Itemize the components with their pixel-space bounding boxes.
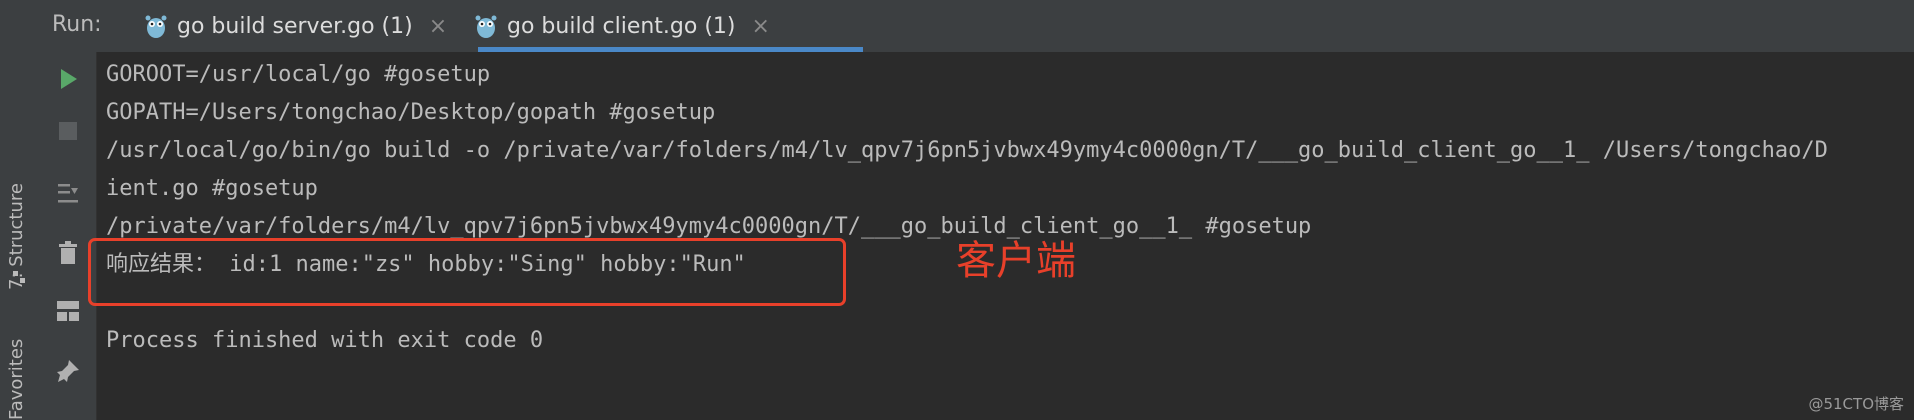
- watermark: @51CTO博客: [1808, 395, 1904, 413]
- run-panel-title: Run:: [52, 12, 102, 37]
- console-line: GOROOT=/usr/local/go #gosetup: [106, 62, 491, 87]
- annotation-highlight-box: [88, 238, 846, 306]
- side-tool-strip: 7: Structure Favorites: [0, 0, 41, 420]
- console-line: /usr/local/go/bin/go build -o /private/v…: [106, 138, 1828, 163]
- tab-label: go build server.go (1): [177, 13, 413, 39]
- console-line: GOPATH=/Users/tongchao/Desktop/gopath #g…: [106, 100, 716, 125]
- run-toolbar: [40, 52, 97, 420]
- console-line-exit: Process finished with exit code 0: [106, 328, 544, 353]
- tab-server-build[interactable]: go build server.go (1) ×: [145, 0, 447, 52]
- tab-label: go build client.go (1): [507, 13, 736, 39]
- scroll-to-end-icon[interactable]: [55, 180, 81, 206]
- favorites-tool-tab[interactable]: Favorites: [6, 339, 27, 420]
- layout-icon[interactable]: [55, 298, 81, 324]
- gopher-icon: [145, 15, 167, 38]
- run-icon[interactable]: [55, 66, 81, 92]
- structure-tool-tab[interactable]: 7: Structure: [6, 183, 27, 290]
- stop-icon[interactable]: [55, 118, 81, 144]
- close-icon[interactable]: ×: [429, 14, 447, 39]
- pin-icon[interactable]: [55, 358, 81, 384]
- tab-client-build[interactable]: go build client.go (1) ×: [475, 0, 770, 52]
- gopher-icon: [475, 15, 497, 38]
- close-icon[interactable]: ×: [752, 14, 770, 39]
- console-line: ient.go #gosetup: [106, 176, 318, 201]
- run-panel-header: Run: go build server.go (1) × go build c…: [40, 0, 1914, 53]
- annotation-label: 客户端: [956, 238, 1076, 284]
- trash-icon[interactable]: [55, 240, 81, 266]
